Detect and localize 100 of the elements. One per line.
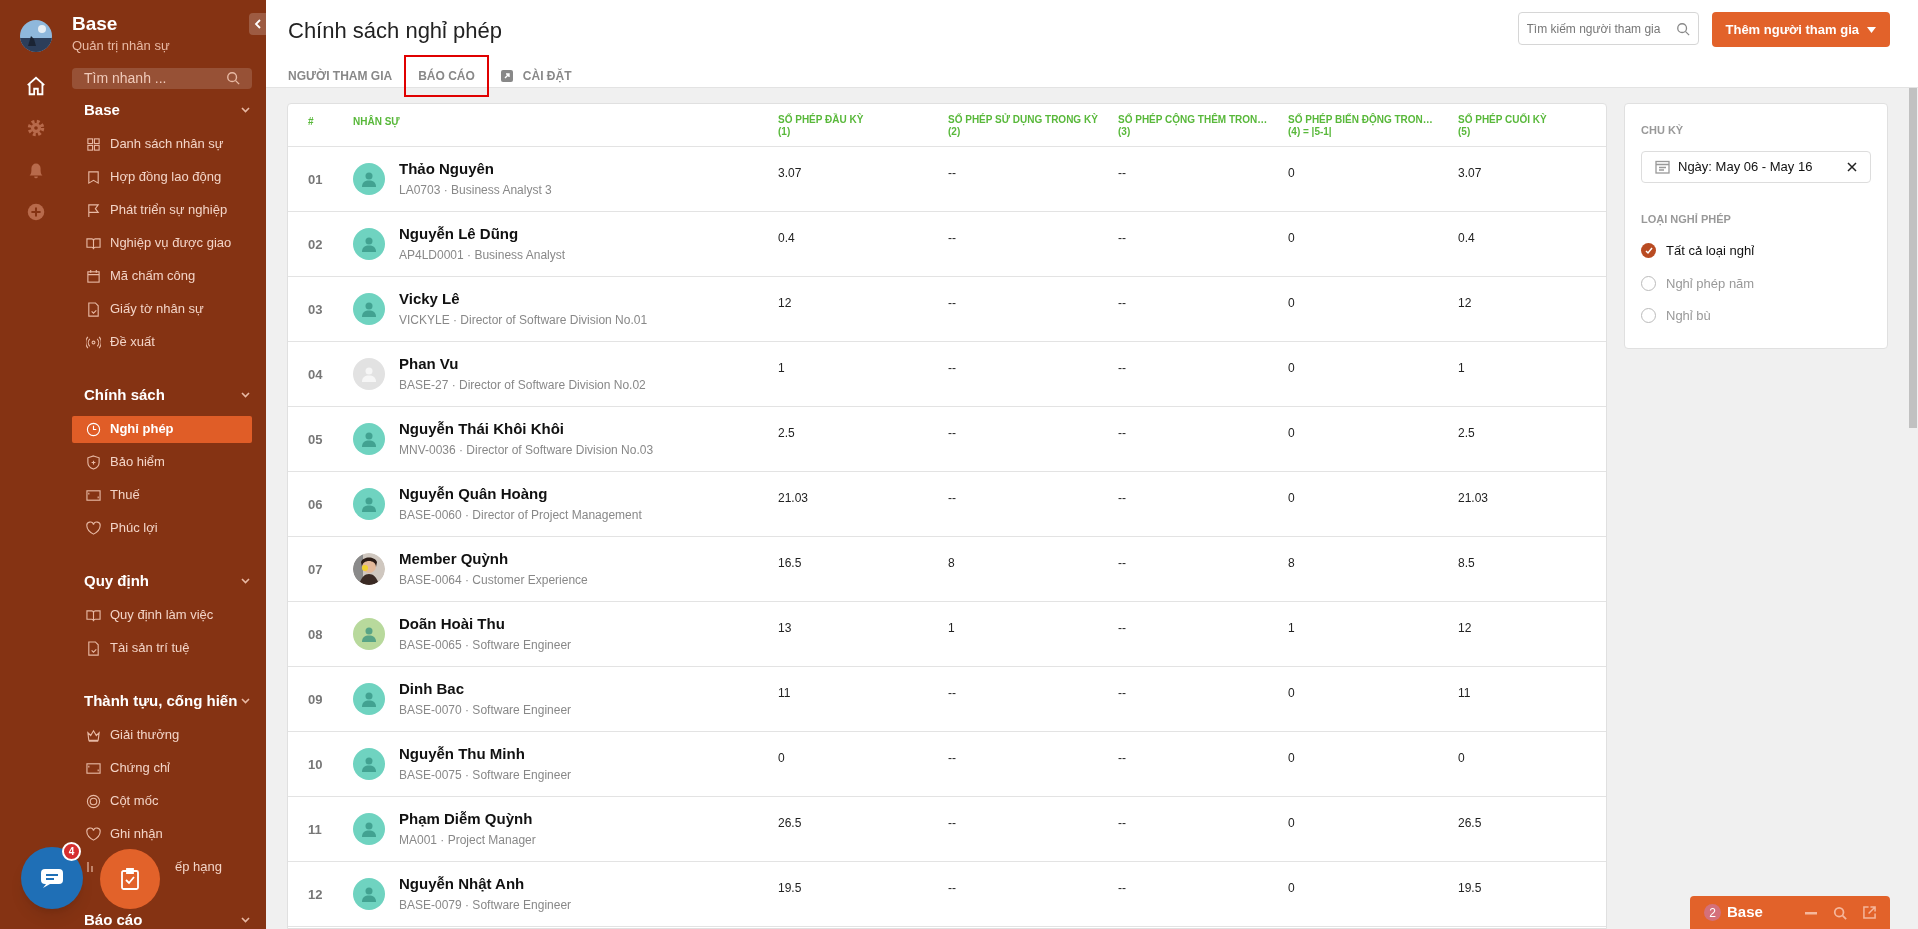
collapse-sidebar-button[interactable] — [249, 13, 266, 35]
tab[interactable]: BÁO CÁO — [406, 57, 487, 95]
sidebar-item[interactable]: Danh sách nhân sự — [72, 130, 252, 158]
table-cell: -- — [1118, 490, 1126, 505]
employee-name[interactable]: Nguyễn Thu Minh — [399, 743, 572, 766]
heart-icon — [86, 520, 101, 536]
employee-name[interactable]: Doãn Hoài Thu — [399, 613, 572, 636]
employee-name[interactable]: Dinh Bac — [399, 678, 572, 701]
add-participant-button[interactable]: Thêm người tham gia — [1711, 12, 1890, 47]
table-cell: 16.5 — [778, 555, 802, 570]
table-cell: -- — [948, 360, 956, 375]
sidebar-item[interactable]: Giải thưởng — [72, 721, 252, 749]
quick-search-field[interactable]: Tìm nhanh ... — [84, 67, 214, 89]
table-cell: 1 — [948, 620, 955, 635]
table-cell: 21.03 — [778, 490, 809, 505]
column-header: # — [308, 116, 315, 128]
calendar-icon — [1655, 159, 1670, 174]
sidebar-item[interactable]: Giấy tờ nhân sự — [72, 295, 252, 323]
chevron-down-icon[interactable] — [241, 106, 250, 113]
sidebar-item[interactable]: Mã chấm công — [72, 262, 252, 290]
table-cell: 0 — [1288, 360, 1295, 375]
section-heading[interactable]: Chính sách — [84, 385, 165, 404]
participant-search-field[interactable]: Tìm kiếm người tham gia — [1526, 19, 1673, 38]
sidebar-item[interactable]: ếp hạng — [175, 857, 222, 877]
table-cell: -- — [1118, 165, 1126, 180]
chevron-down-icon[interactable] — [241, 391, 250, 398]
employee-meta: BASE-0065 · Software Engineer — [399, 636, 572, 654]
chevron-down-icon[interactable] — [241, 697, 250, 704]
sidebar-item[interactable]: Chứng chỉ — [72, 754, 252, 782]
section-heading[interactable]: Base — [84, 100, 120, 119]
section-heading[interactable]: Quy định — [84, 571, 149, 590]
chat-icon — [40, 868, 64, 888]
book-icon — [86, 235, 101, 251]
quick-search-box[interactable]: Tìm nhanh ... — [72, 67, 252, 89]
home-icon[interactable] — [24, 74, 48, 98]
column-subheader: (5) — [1458, 126, 1472, 138]
employee-name[interactable]: Phan Vu — [399, 353, 646, 376]
chevron-down-icon[interactable] — [241, 577, 250, 584]
sidebar-item[interactable]: Hợp đồng lao động — [72, 163, 252, 191]
search-icon — [1675, 21, 1690, 36]
sidebar-item[interactable]: Thuế — [72, 481, 252, 509]
sidebar-item[interactable]: Phát triển sự nghiệp — [72, 196, 252, 224]
employee-name[interactable]: Phạm Diễm Quỳnh — [399, 808, 536, 831]
clipboard-check-icon — [120, 868, 140, 890]
table-cell: 1 — [1458, 360, 1465, 375]
grid-icon — [86, 136, 101, 152]
search-icon — [226, 71, 240, 85]
tab[interactable]: NGƯỜI THAM GIA — [288, 64, 393, 88]
employee-meta: BASE-27 · Director of Software Division No.02 — [399, 376, 646, 394]
employee-meta: VICKYLE · Director of Software Division No.01 — [399, 311, 648, 329]
employee-name[interactable]: Nguyễn Quân Hoàng — [399, 483, 642, 506]
table-cell: -- — [948, 425, 956, 440]
book-icon — [86, 607, 101, 623]
employee-name[interactable]: Member Quỳnh — [399, 548, 588, 571]
row-number: 11 — [308, 821, 322, 837]
table-cell: -- — [1118, 555, 1126, 570]
sidebar-item[interactable]: Nghỉ phép — [72, 415, 252, 443]
row-number: 01 — [308, 171, 323, 187]
column-subheader: (1) — [778, 126, 792, 138]
sidebar-item[interactable]: Nghiệp vụ được giao — [72, 229, 252, 257]
sidebar-item[interactable]: Đề xuất — [72, 328, 252, 356]
table-cell: 12 — [1458, 620, 1472, 635]
chevron-down-icon[interactable] — [241, 916, 250, 923]
heart-icon — [86, 826, 101, 842]
table-cell: 12 — [1458, 295, 1472, 310]
employee-name[interactable]: Nguyễn Lê Dũng — [399, 223, 566, 246]
section-heading[interactable]: Thành tựu, cống hiến — [84, 691, 238, 710]
table-cell: 1 — [778, 360, 785, 375]
employee-name[interactable]: Thảo Nguyên — [399, 158, 552, 181]
employee-name[interactable]: Nguyễn Thái Khôi Khôi — [399, 418, 654, 441]
tab[interactable]: CÀI ĐẶT — [500, 64, 572, 88]
table-cell: -- — [948, 490, 956, 505]
section-heading[interactable]: Báo cáo — [84, 910, 143, 929]
participant-search-box[interactable]: Tìm kiếm người tham gia — [1517, 12, 1699, 45]
frame-icon — [86, 487, 101, 503]
employee-name[interactable]: Vicky Lê — [399, 288, 648, 311]
table-cell: 11 — [778, 685, 791, 700]
scrollbar-thumb[interactable] — [1909, 88, 1917, 428]
sidebar-item[interactable]: Cột mốc — [72, 787, 252, 815]
row-number: 02 — [308, 236, 323, 252]
table-cell: 13 — [778, 620, 792, 635]
flag-icon — [86, 202, 101, 218]
date-range-field[interactable]: Ngày: May 06 - May 16 — [1641, 150, 1871, 183]
column-header: SỐ PHÉP CUỐI KỲ — [1458, 114, 1548, 126]
table-cell: 0 — [1288, 750, 1295, 765]
row-number: 09 — [308, 691, 323, 707]
sidebar-item[interactable]: Phúc lợi — [72, 514, 252, 542]
table-cell: -- — [948, 815, 956, 830]
table-cell: 0 — [1288, 295, 1295, 310]
table-cell: -- — [948, 880, 956, 895]
employee-name[interactable]: Nguyễn Nhật Anh — [399, 873, 572, 896]
date-range-value: Ngày: May 06 - May 16 — [1678, 157, 1814, 176]
sidebar-item[interactable]: Quy định làm việc — [72, 601, 252, 629]
close-icon[interactable] — [1847, 161, 1857, 172]
radio-label[interactable]: Tất cả loại nghỉ — [1666, 241, 1755, 261]
table-cell: -- — [948, 230, 956, 245]
sidebar-item[interactable]: Bảo hiểm — [72, 448, 252, 476]
app-subtitle: Quản trị nhân sự — [72, 37, 171, 55]
radio-button[interactable] — [1641, 243, 1656, 259]
sidebar-item[interactable]: Tài sản trí tuệ — [72, 634, 252, 662]
